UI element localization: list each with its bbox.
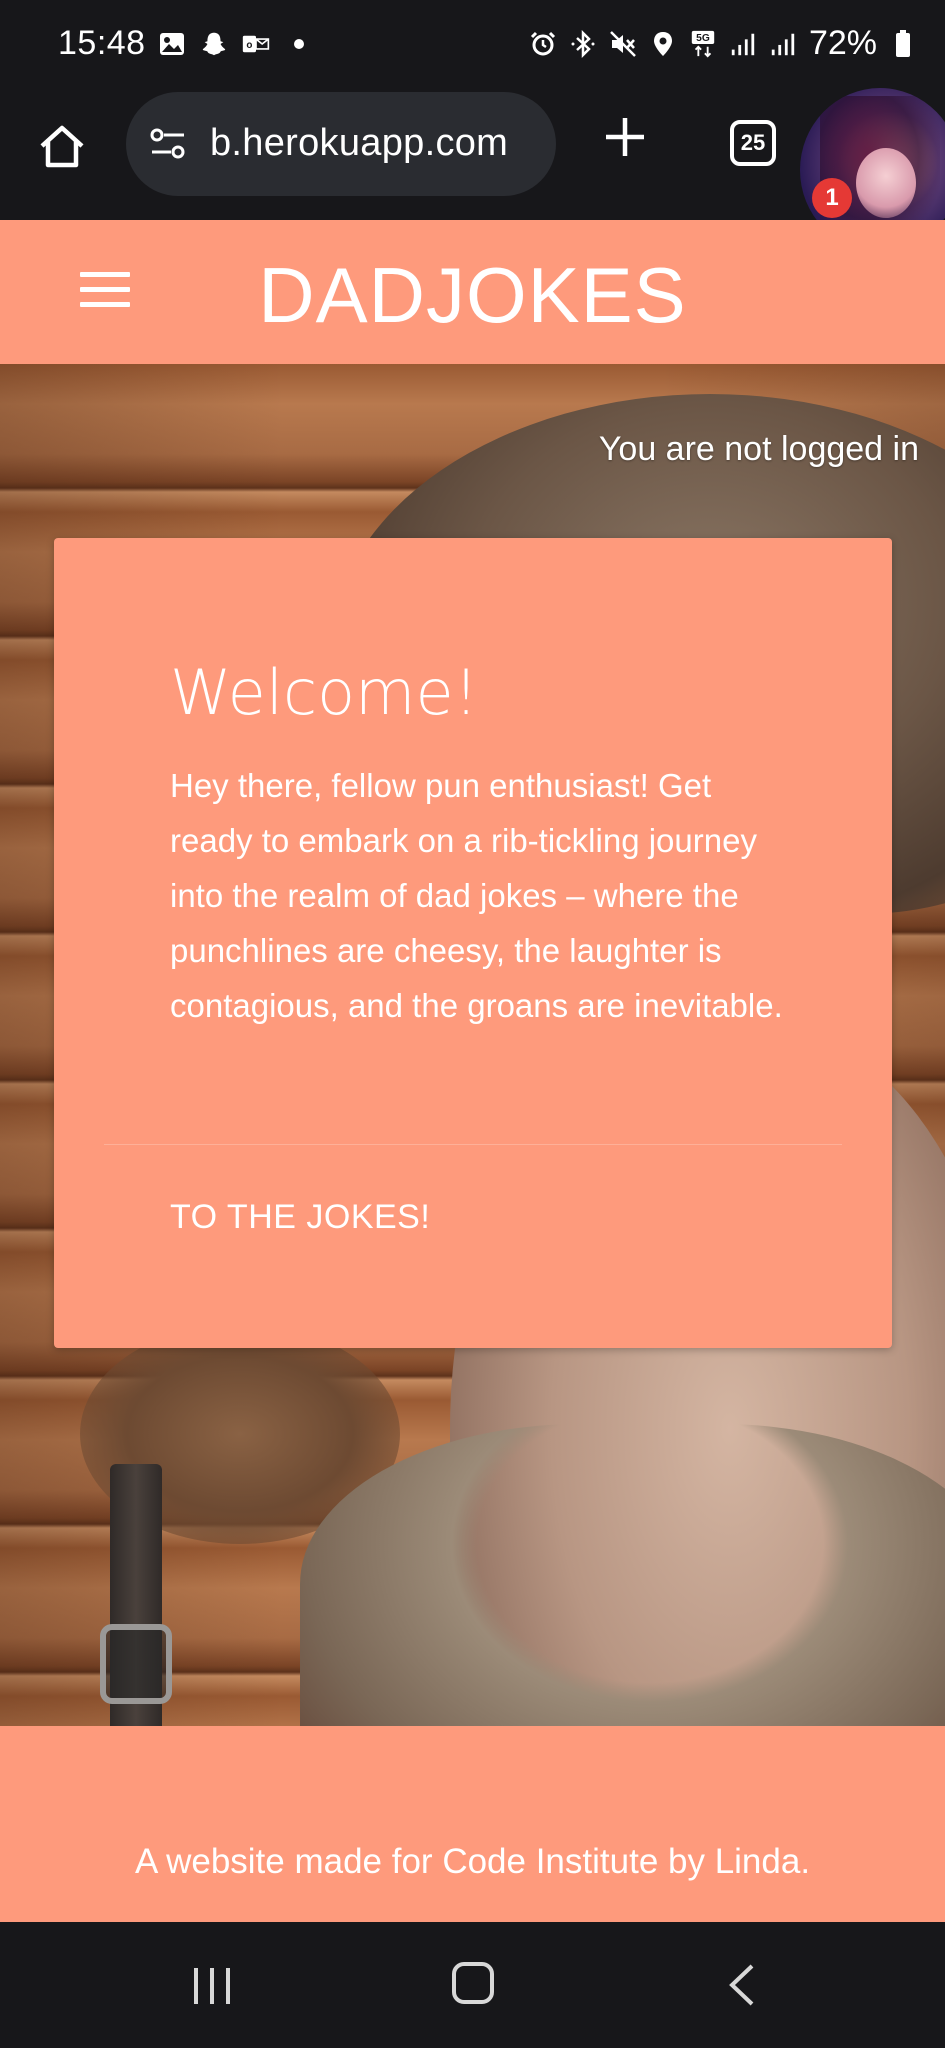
- image-icon: [158, 30, 186, 58]
- welcome-card: Welcome! Hey there, fellow pun enthusias…: [54, 538, 892, 1348]
- browser-home-button[interactable]: [36, 120, 88, 172]
- recents-icon: [194, 1968, 230, 2004]
- notification-badge: 1: [812, 178, 852, 218]
- location-icon: [649, 30, 677, 58]
- site-header: DADJOKES: [0, 220, 945, 364]
- snapchat-icon: [200, 30, 228, 58]
- alarm-icon: [529, 30, 557, 58]
- phone-screen: 15:48 o 5G 72% b.herokuapp.com 25 1 DADJ…: [0, 0, 945, 2048]
- url-text[interactable]: b.herokuapp.com: [210, 122, 508, 165]
- status-left-icons: o: [158, 30, 304, 58]
- tab-switcher-button[interactable]: 25: [730, 120, 776, 166]
- hero-background: You are not logged in Welcome! Hey there…: [0, 364, 945, 1726]
- to-the-jokes-link[interactable]: TO THE JOKES!: [170, 1198, 430, 1237]
- card-text: Hey there, fellow pun enthusiast! Get re…: [170, 767, 783, 1024]
- status-right-icons: 5G 72%: [529, 24, 917, 63]
- battery-icon: [889, 29, 917, 58]
- 5g-icon: 5G: [689, 30, 717, 58]
- new-tab-button[interactable]: [600, 112, 650, 162]
- site-settings-icon[interactable]: [148, 126, 188, 162]
- battery-percent: 72%: [808, 24, 877, 62]
- jacket-collar: [300, 1424, 945, 1726]
- svg-text:o: o: [246, 40, 252, 51]
- avatar-face: [856, 148, 916, 218]
- card-divider: [104, 1144, 842, 1145]
- site-logo[interactable]: DADJOKES: [0, 250, 945, 341]
- signal-icon: [769, 30, 797, 58]
- back-button[interactable]: [726, 1962, 756, 2008]
- status-time: 15:48: [58, 24, 146, 62]
- footer-text: A website made for Code Institute by Lin…: [134, 1842, 811, 1881]
- dot-icon: [294, 39, 304, 49]
- signal-icon: [729, 30, 757, 58]
- browser-toolbar: b.herokuapp.com 25 1: [0, 88, 945, 252]
- system-nav-bar: [0, 1922, 945, 2048]
- recents-button[interactable]: [190, 1966, 234, 2006]
- card-title: Welcome!: [170, 656, 479, 729]
- bluetooth-icon: [569, 29, 597, 58]
- svg-text:5G: 5G: [696, 33, 710, 44]
- home-nav-button[interactable]: [452, 1962, 494, 2004]
- home-icon: [40, 125, 84, 168]
- status-bar: 15:48 o 5G 72%: [0, 0, 945, 90]
- mute-icon: [609, 30, 637, 58]
- address-bar[interactable]: b.herokuapp.com: [126, 92, 556, 196]
- buckle: [100, 1624, 172, 1704]
- outlook-icon: o: [242, 30, 270, 58]
- login-status: You are not logged in: [598, 430, 919, 468]
- back-icon: [729, 1964, 754, 2006]
- site-footer: A website made for Code Institute by Lin…: [0, 1726, 945, 1922]
- plus-icon: [606, 118, 644, 156]
